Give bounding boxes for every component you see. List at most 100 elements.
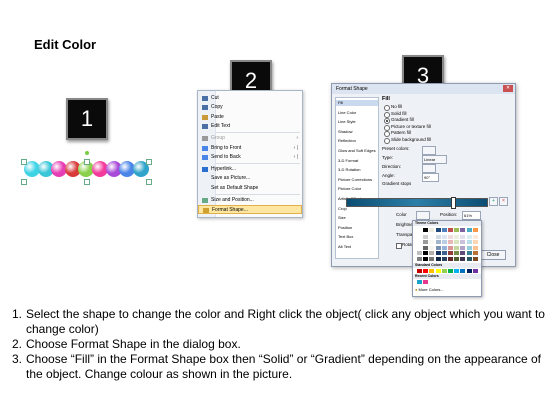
sidebar-item[interactable]: Fill (336, 100, 378, 106)
theme-color-swatch[interactable] (417, 228, 422, 232)
selection-handle[interactable] (146, 159, 152, 165)
standard-color-swatch[interactable] (466, 269, 472, 273)
standard-color-swatch[interactable] (417, 269, 422, 273)
theme-color-swatch[interactable] (435, 251, 441, 256)
theme-color-swatch[interactable] (448, 251, 453, 256)
theme-color-swatch[interactable] (472, 240, 478, 245)
preset-colors-button[interactable] (422, 146, 436, 155)
sidebar-item[interactable]: Alt Text (338, 244, 351, 250)
selection-handle[interactable] (84, 159, 90, 165)
theme-color-swatch[interactable] (417, 257, 422, 261)
standard-color-swatch[interactable] (429, 269, 435, 273)
theme-color-swatch[interactable] (466, 251, 472, 256)
menu-item[interactable]: Format Shape... (198, 205, 302, 215)
fill-option-radio[interactable] (384, 131, 390, 137)
theme-color-swatch[interactable] (448, 245, 453, 250)
theme-color-swatch[interactable] (454, 251, 460, 256)
theme-color-swatch[interactable] (429, 234, 435, 239)
recent-color-swatch[interactable] (417, 280, 422, 284)
theme-color-swatch[interactable] (448, 240, 453, 245)
theme-color-swatch[interactable] (460, 234, 466, 239)
direction-button[interactable] (422, 164, 436, 173)
sidebar-item[interactable]: 3-D Rotation (338, 167, 360, 173)
theme-color-swatch[interactable] (441, 240, 447, 245)
position-input[interactable]: 61% (462, 211, 481, 220)
theme-color-swatch[interactable] (423, 234, 429, 239)
theme-color-swatch[interactable] (435, 228, 441, 232)
theme-color-swatch[interactable] (417, 251, 422, 256)
theme-color-swatch[interactable] (448, 257, 453, 261)
sidebar-item[interactable]: Line Style (338, 119, 356, 125)
sidebar-item[interactable]: Position (338, 225, 352, 231)
theme-color-swatch[interactable] (423, 257, 429, 261)
theme-color-swatch[interactable] (466, 228, 472, 232)
close-icon[interactable]: ✕ (503, 85, 513, 92)
sidebar-item[interactable]: Reflection (338, 138, 356, 144)
menu-item[interactable]: Save as Picture... (198, 174, 302, 183)
selection-handle[interactable] (21, 179, 27, 185)
remove-stop-icon[interactable]: × (499, 197, 508, 206)
sidebar-item[interactable]: Shadow (338, 129, 352, 135)
standard-color-swatch[interactable] (454, 269, 460, 273)
selection-handle[interactable] (21, 159, 27, 165)
sidebar-item[interactable]: Glow and Soft Edges (338, 148, 376, 154)
sidebar-item[interactable]: 3-D Format (338, 158, 358, 164)
theme-color-swatch[interactable] (454, 245, 460, 250)
theme-color-swatch[interactable] (435, 234, 441, 239)
recent-color-swatch[interactable] (423, 280, 429, 284)
rotation-handle[interactable] (85, 151, 89, 155)
theme-color-swatch[interactable] (429, 251, 435, 256)
theme-color-swatch[interactable] (429, 257, 435, 261)
standard-color-swatch[interactable] (435, 269, 441, 273)
menu-item[interactable]: Size and Position... (198, 196, 302, 205)
selected-bead-shape[interactable] (21, 151, 152, 185)
theme-color-swatch[interactable] (460, 251, 466, 256)
add-stop-icon[interactable]: + (489, 197, 498, 206)
type-select[interactable]: Linear (422, 155, 447, 164)
sidebar-item[interactable]: Line Color (338, 110, 356, 116)
theme-color-swatch[interactable] (472, 245, 478, 250)
theme-color-swatch[interactable] (429, 228, 435, 232)
standard-color-swatch[interactable] (472, 269, 478, 273)
gradient-stops-bar[interactable] (346, 197, 488, 209)
theme-color-swatch[interactable] (472, 251, 478, 256)
standard-color-swatch[interactable] (441, 269, 447, 273)
standard-color-swatch[interactable] (423, 269, 429, 273)
theme-color-swatch[interactable] (466, 245, 472, 250)
theme-color-swatch[interactable] (472, 234, 478, 239)
theme-color-swatch[interactable] (454, 257, 460, 261)
theme-color-swatch[interactable] (448, 234, 453, 239)
theme-color-swatch[interactable] (441, 234, 447, 239)
fill-option-radio[interactable] (384, 137, 390, 144)
close-button[interactable]: Close (480, 250, 506, 260)
theme-color-swatch[interactable] (441, 228, 447, 232)
theme-color-swatch[interactable] (435, 257, 441, 261)
sidebar-item[interactable]: Size (338, 215, 346, 221)
theme-color-swatch[interactable] (466, 257, 472, 261)
selection-handle[interactable] (84, 179, 90, 185)
gradient-stop-handle[interactable] (451, 197, 456, 209)
theme-color-swatch[interactable] (441, 257, 447, 261)
fill-option-radio[interactable] (384, 118, 390, 124)
theme-color-swatch[interactable] (454, 240, 460, 245)
selection-handle[interactable] (146, 179, 152, 185)
theme-color-swatch[interactable] (423, 245, 429, 250)
fill-option-radio[interactable] (384, 105, 390, 111)
fill-option-radio[interactable] (384, 111, 390, 118)
theme-color-swatch[interactable] (435, 245, 441, 250)
theme-color-swatch[interactable] (448, 228, 453, 232)
theme-color-swatch[interactable] (423, 228, 429, 232)
theme-color-swatch[interactable] (441, 251, 447, 256)
menu-item[interactable]: Hyperlink... (198, 165, 302, 174)
theme-color-swatch[interactable] (472, 228, 478, 232)
menu-item[interactable]: Bring to Front › | (198, 144, 302, 153)
sidebar-item[interactable]: Text Box (338, 234, 353, 240)
theme-color-swatch[interactable] (460, 245, 466, 250)
theme-color-swatch[interactable] (460, 228, 466, 232)
theme-color-swatch[interactable] (441, 245, 447, 250)
theme-color-swatch[interactable] (429, 245, 435, 250)
menu-item[interactable]: Set as Default Shape (198, 184, 302, 193)
standard-color-swatch[interactable] (448, 269, 453, 273)
theme-color-swatch[interactable] (417, 234, 422, 239)
theme-color-swatch[interactable] (435, 240, 441, 245)
